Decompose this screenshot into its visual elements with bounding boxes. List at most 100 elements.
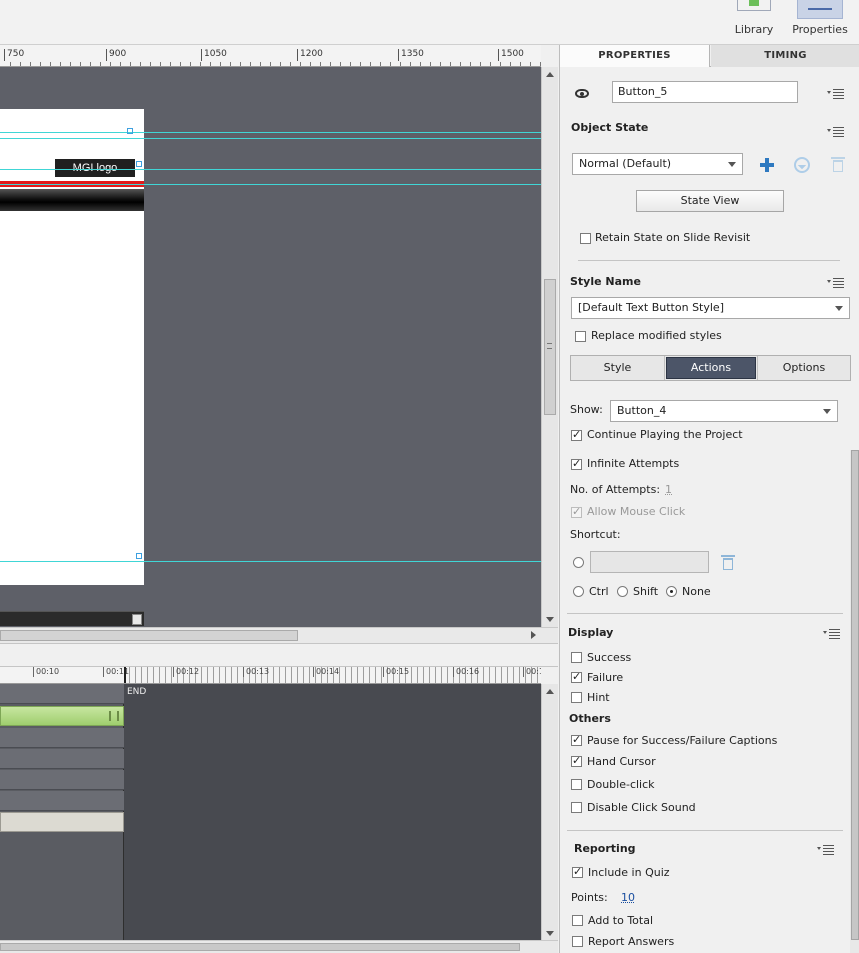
mgi-logo[interactable]: MGI logo bbox=[55, 159, 135, 177]
anchor-handle[interactable] bbox=[127, 128, 133, 134]
continue-playing-checkbox[interactable] bbox=[571, 428, 582, 441]
stage-horizontal-scrollbar[interactable] bbox=[0, 627, 558, 643]
display-menu-icon[interactable] bbox=[823, 628, 841, 639]
scroll-right-arrow-icon[interactable] bbox=[531, 631, 536, 639]
delete-state-icon bbox=[831, 157, 845, 172]
timeline-tick: 00:12 bbox=[173, 667, 199, 677]
timeline-object-bar[interactable] bbox=[0, 812, 124, 832]
scroll-up-arrow-icon[interactable] bbox=[546, 72, 554, 77]
reporting-menu-icon[interactable] bbox=[817, 844, 835, 855]
properties-icon bbox=[797, 0, 843, 19]
timeline-track-area bbox=[0, 684, 124, 940]
subtab-actions[interactable]: Actions bbox=[666, 357, 756, 379]
show-label: Show: bbox=[570, 403, 603, 416]
ruler-minor-tick bbox=[60, 62, 61, 66]
add-state-icon[interactable] bbox=[760, 158, 774, 172]
add-to-total-label: Add to Total bbox=[588, 914, 654, 927]
panel-scrollbar[interactable] bbox=[850, 450, 859, 953]
timeline-row[interactable] bbox=[0, 791, 124, 811]
playhead[interactable] bbox=[124, 667, 126, 683]
timeline-vertical-scrollbar[interactable] bbox=[541, 684, 558, 940]
timeline-ruler[interactable]: 00:10 00:11 00:12 00:13 00:14 00:15 00:1… bbox=[0, 667, 541, 684]
ruler-minor-tick bbox=[290, 62, 291, 66]
ruler-minor-tick bbox=[200, 62, 201, 66]
ruler-minor-tick bbox=[190, 62, 191, 66]
show-select[interactable]: Button_4 bbox=[610, 400, 838, 422]
timeline-button-bar[interactable] bbox=[0, 706, 124, 726]
add-to-total-checkbox[interactable] bbox=[572, 915, 583, 926]
ruler-minor-tick bbox=[240, 62, 241, 66]
pause-captions-checkbox[interactable] bbox=[571, 733, 582, 746]
ruler-tick: 900 bbox=[106, 49, 126, 61]
double-click-checkbox[interactable] bbox=[571, 779, 582, 790]
guide-line[interactable] bbox=[0, 138, 541, 139]
grip-icon bbox=[547, 343, 552, 349]
stage-vertical-scrollbar[interactable] bbox=[541, 67, 558, 627]
replace-styles-checkbox[interactable] bbox=[575, 331, 586, 342]
style-name-heading: Style Name bbox=[570, 275, 641, 288]
success-checkbox[interactable] bbox=[571, 652, 582, 663]
timeline-tick: 00:14 bbox=[313, 667, 339, 677]
footer-bar[interactable] bbox=[0, 611, 144, 626]
report-answers-checkbox[interactable] bbox=[572, 936, 583, 947]
include-in-quiz-checkbox[interactable] bbox=[572, 865, 583, 878]
eye-icon[interactable] bbox=[575, 89, 589, 98]
properties-button[interactable]: Properties bbox=[789, 0, 851, 45]
object-state-select[interactable]: Normal (Default) bbox=[572, 153, 743, 175]
panel-menu-icon[interactable] bbox=[827, 88, 845, 99]
subtab-style[interactable]: Style bbox=[571, 356, 665, 380]
guide-line[interactable] bbox=[0, 561, 541, 562]
shortcut-radio[interactable] bbox=[573, 557, 584, 568]
clear-shortcut-icon[interactable] bbox=[721, 555, 735, 570]
shift-radio[interactable] bbox=[617, 586, 628, 597]
hand-cursor-checkbox[interactable] bbox=[571, 754, 582, 767]
points-value[interactable]: 10 bbox=[621, 891, 635, 904]
allow-mouse-click-label: Allow Mouse Click bbox=[587, 505, 686, 518]
disable-click-sound-checkbox[interactable] bbox=[571, 802, 582, 813]
black-header-bar[interactable] bbox=[0, 189, 144, 211]
style-name-select[interactable]: [Default Text Button Style] bbox=[571, 297, 850, 319]
state-view-button[interactable]: State View bbox=[636, 190, 784, 212]
tab-timing[interactable]: TIMING bbox=[711, 45, 859, 67]
none-radio[interactable] bbox=[666, 586, 677, 597]
stage-canvas[interactable]: MGI logo bbox=[0, 67, 541, 627]
guide-line[interactable] bbox=[0, 132, 541, 133]
ctrl-radio[interactable] bbox=[573, 586, 584, 597]
scroll-down-arrow-icon[interactable] bbox=[546, 931, 554, 936]
slide[interactable]: MGI logo bbox=[0, 109, 144, 626]
ruler-minor-tick bbox=[500, 62, 501, 66]
guide-line[interactable] bbox=[0, 184, 541, 185]
shortcut-input[interactable] bbox=[590, 551, 709, 573]
scroll-down-arrow-icon[interactable] bbox=[546, 617, 554, 622]
subtab-options[interactable]: Options bbox=[757, 356, 850, 380]
timeline-tick: 00:10 bbox=[33, 667, 59, 677]
shift-label: Shift bbox=[633, 585, 659, 598]
timeline-row[interactable] bbox=[0, 728, 124, 748]
top-toolbar: Library Properties bbox=[0, 0, 859, 45]
hint-checkbox[interactable] bbox=[571, 692, 582, 703]
guide-line[interactable] bbox=[0, 169, 541, 170]
scroll-up-arrow-icon[interactable] bbox=[546, 689, 554, 694]
style-menu-icon[interactable] bbox=[827, 277, 845, 288]
tab-properties[interactable]: PROPERTIES bbox=[560, 45, 710, 67]
timeline-row[interactable] bbox=[0, 749, 124, 769]
ruler-minor-tick bbox=[440, 62, 441, 66]
object-state-menu-icon[interactable] bbox=[827, 126, 845, 137]
failure-checkbox[interactable] bbox=[571, 670, 582, 683]
anchor-handle[interactable] bbox=[136, 161, 142, 167]
timeline-row[interactable] bbox=[0, 770, 124, 790]
timeline-horizontal-scrollbar[interactable] bbox=[0, 940, 558, 953]
scroll-thumb[interactable] bbox=[0, 630, 298, 641]
library-button[interactable]: Library bbox=[724, 0, 784, 45]
goto-state-icon bbox=[794, 157, 810, 173]
timeline-row[interactable] bbox=[0, 684, 124, 704]
ruler-tick: 1200 bbox=[297, 49, 323, 61]
object-name-input[interactable]: Button_5 bbox=[612, 81, 798, 103]
anchor-handle[interactable] bbox=[136, 553, 142, 559]
scroll-thumb[interactable] bbox=[0, 943, 520, 951]
timeline-tracks[interactable]: END bbox=[0, 684, 541, 940]
retain-state-checkbox[interactable] bbox=[580, 233, 591, 244]
scroll-thumb[interactable] bbox=[851, 450, 859, 940]
infinite-attempts-checkbox[interactable] bbox=[571, 457, 582, 470]
ruler-minor-tick bbox=[150, 62, 151, 66]
